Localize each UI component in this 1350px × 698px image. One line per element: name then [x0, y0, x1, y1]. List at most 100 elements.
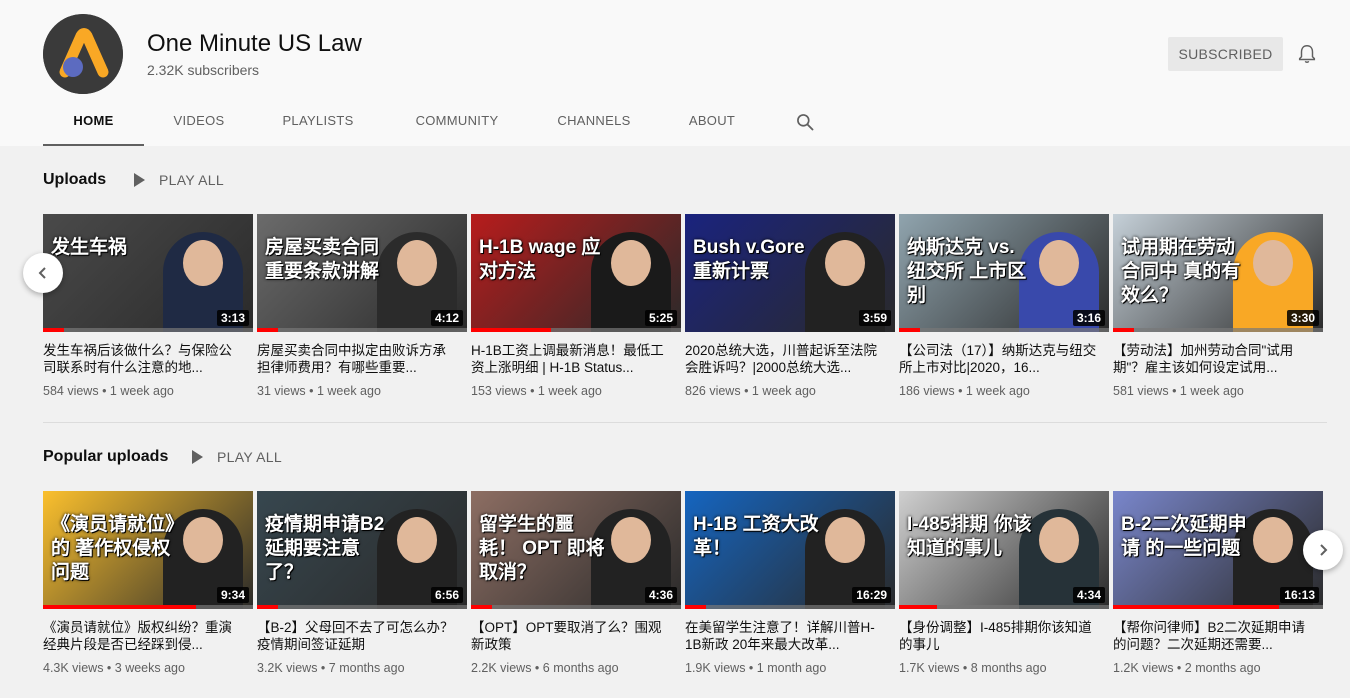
- video-meta: 826 views • 1 week ago: [685, 384, 895, 398]
- tab-channels[interactable]: CHANNELS: [532, 100, 656, 146]
- video-duration: 3:16: [1072, 310, 1105, 326]
- tab-home[interactable]: HOME: [43, 100, 144, 146]
- uploads-section-title[interactable]: Uploads: [43, 171, 106, 189]
- tab-about[interactable]: ABOUT: [656, 100, 768, 146]
- video-card[interactable]: 纳斯达克 vs. 纽交所 上市区别 3:16 【公司法（17）】纳斯达克与纽交所上市…: [899, 214, 1109, 398]
- presenter-head: [1039, 517, 1079, 563]
- meta-separator: •: [1173, 661, 1185, 675]
- video-thumbnail[interactable]: 留学生的噩耗！ OPT 即将取消？ 4:36: [471, 491, 681, 609]
- presenter-head: [1253, 517, 1293, 563]
- video-title[interactable]: H-1B工资上调最新消息！最低工资上涨明细 | H-1B Status...: [471, 342, 671, 376]
- video-card[interactable]: 发生车祸 3:13 发生车祸后该做什么？与保险公司联系时有什么注意的地... 584 …: [43, 214, 253, 398]
- watch-progress-fill: [1113, 328, 1134, 332]
- video-card[interactable]: Bush v.Gore 重新计票 3:59 2020总统大选，川普起诉至法院会胜诉吗…: [685, 214, 895, 398]
- watch-progress-fill: [1113, 605, 1279, 609]
- video-age: 3 weeks ago: [114, 661, 185, 675]
- channel-logo-icon: [43, 14, 123, 94]
- popular-play-all-button[interactable]: PLAY ALL: [192, 449, 282, 465]
- video-title[interactable]: 【帮你问律师】B2二次延期申请的问题？二次延期还需要...: [1113, 619, 1313, 653]
- bell-icon[interactable]: [1296, 43, 1318, 65]
- popular-section-title[interactable]: Popular uploads: [43, 448, 168, 466]
- video-card[interactable]: 留学生的噩耗！ OPT 即将取消？ 4:36 【OPT】OPT要取消了么？围观新政策…: [471, 491, 681, 675]
- video-thumbnail[interactable]: 《演员请就位》的 著作权侵权问题 9:34: [43, 491, 253, 609]
- video-views: 826 views: [685, 384, 741, 398]
- video-meta: 3.2K views • 7 months ago: [257, 661, 467, 675]
- watch-progress-track: [685, 605, 895, 609]
- video-card[interactable]: 试用期在劳动合同中 真的有效么？ 3:30 【劳动法】加州劳动合同"试用期"？雇主该…: [1113, 214, 1323, 398]
- tab-community[interactable]: COMMUNITY: [382, 100, 532, 146]
- video-title[interactable]: 【B-2】父母回不去了可怎么办？疫情期间签证延期: [257, 619, 457, 653]
- tab-playlists[interactable]: PLAYLISTS: [254, 100, 382, 146]
- video-thumbnail[interactable]: H-1B 工资大改革！ 16:29: [685, 491, 895, 609]
- video-duration: 16:13: [1280, 587, 1319, 603]
- subscribe-button[interactable]: SUBSCRIBED: [1168, 37, 1283, 71]
- video-card[interactable]: B-2二次延期申请 的一些问题 16:13 【帮你问律师】B2二次延期申请的问题？二…: [1113, 491, 1323, 675]
- thumbnail-caption: H-1B wage 应对方法: [479, 237, 601, 282]
- video-card[interactable]: 房屋买卖合同 重要条款讲解 4:12 房屋买卖合同中拟定由败诉方承担律师费用？有哪些…: [257, 214, 467, 398]
- video-thumbnail[interactable]: 房屋买卖合同 重要条款讲解 4:12: [257, 214, 467, 332]
- video-thumbnail[interactable]: 纳斯达克 vs. 纽交所 上市区别 3:16: [899, 214, 1109, 332]
- video-duration: 4:34: [1072, 587, 1105, 603]
- video-meta: 1.9K views • 1 month ago: [685, 661, 895, 675]
- video-title[interactable]: 【身份调整】I-485排期你该知道的事儿: [899, 619, 1099, 653]
- video-views: 1.7K views: [899, 661, 960, 675]
- meta-separator: •: [959, 661, 971, 675]
- channel-name: One Minute US Law: [147, 30, 362, 57]
- shelf-prev-button[interactable]: [23, 253, 63, 293]
- tab-videos[interactable]: VIDEOS: [144, 100, 254, 146]
- video-views: 1.9K views: [685, 661, 746, 675]
- video-title[interactable]: 房屋买卖合同中拟定由败诉方承担律师费用？有哪些重要...: [257, 342, 457, 376]
- video-thumbnail[interactable]: H-1B wage 应对方法 5:25: [471, 214, 681, 332]
- video-meta: 584 views • 1 week ago: [43, 384, 253, 398]
- video-thumbnail[interactable]: B-2二次延期申请 的一些问题 16:13: [1113, 491, 1323, 609]
- video-thumbnail[interactable]: 疫情期申请B2 延期要注意了？ 6:56: [257, 491, 467, 609]
- video-meta: 581 views • 1 week ago: [1113, 384, 1323, 398]
- video-card[interactable]: I-485排期 你该知道的事儿 4:34 【身份调整】I-485排期你该知道的事儿 1…: [899, 491, 1109, 675]
- search-icon[interactable]: [795, 112, 815, 132]
- video-title[interactable]: 2020总统大选，川普起诉至法院会胜诉吗？|2000总统大选...: [685, 342, 885, 376]
- thumbnail-caption: 试用期在劳动合同中 真的有效么？: [1121, 237, 1241, 306]
- shelf-next-button[interactable]: [1303, 530, 1343, 570]
- uploads-play-all-button[interactable]: PLAY ALL: [134, 172, 224, 188]
- watch-progress-track: [1113, 328, 1323, 332]
- video-views: 581 views: [1113, 384, 1169, 398]
- video-duration: 5:25: [644, 310, 677, 326]
- video-thumbnail[interactable]: 试用期在劳动合同中 真的有效么？ 3:30: [1113, 214, 1323, 332]
- video-title[interactable]: 《演员请就位》版权纠纷？重演经典片段是否已经踩到侵...: [43, 619, 243, 653]
- video-age: 1 week ago: [109, 384, 174, 398]
- watch-progress-fill: [899, 328, 920, 332]
- chevron-left-icon: [38, 267, 46, 279]
- video-card[interactable]: 《演员请就位》的 著作权侵权问题 9:34 《演员请就位》版权纠纷？重演经典片段是否…: [43, 491, 253, 675]
- thumbnail-caption: 房屋买卖合同 重要条款讲解: [265, 237, 380, 282]
- video-thumbnail[interactable]: I-485排期 你该知道的事儿 4:34: [899, 491, 1109, 609]
- video-card[interactable]: H-1B 工资大改革！ 16:29 在美留学生注意了！详解川普H-1B新政 20年来…: [685, 491, 895, 675]
- video-meta: 1.7K views • 8 months ago: [899, 661, 1109, 675]
- watch-progress-track: [471, 328, 681, 332]
- watch-progress-track: [43, 328, 253, 332]
- video-title[interactable]: 【劳动法】加州劳动合同"试用期"？雇主该如何设定试用...: [1113, 342, 1313, 376]
- video-meta: 186 views • 1 week ago: [899, 384, 1109, 398]
- video-age: 1 week ago: [316, 384, 381, 398]
- presenter-head: [1253, 240, 1293, 286]
- video-duration: 6:56: [430, 587, 463, 603]
- watch-progress-fill: [899, 605, 937, 609]
- watch-progress-fill: [257, 328, 278, 332]
- video-title[interactable]: 【OPT】OPT要取消了么？围观新政策: [471, 619, 671, 653]
- meta-separator: •: [1168, 384, 1180, 398]
- video-meta: 4.3K views • 3 weeks ago: [43, 661, 253, 675]
- uploads-shelf: 发生车祸 3:13 发生车祸后该做什么？与保险公司联系时有什么注意的地... 584 …: [43, 214, 1327, 398]
- meta-separator: •: [740, 384, 752, 398]
- video-views: 1.2K views: [1113, 661, 1174, 675]
- video-card[interactable]: H-1B wage 应对方法 5:25 H-1B工资上调最新消息！最低工资上涨明细 …: [471, 214, 681, 398]
- meta-separator: •: [103, 661, 115, 675]
- video-thumbnail[interactable]: Bush v.Gore 重新计票 3:59: [685, 214, 895, 332]
- video-card[interactable]: 疫情期申请B2 延期要注意了？ 6:56 【B-2】父母回不去了可怎么办？疫情期间签…: [257, 491, 467, 675]
- channel-avatar[interactable]: [43, 14, 123, 94]
- video-title[interactable]: 【公司法（17）】纳斯达克与纽交所上市对比|2020，16...: [899, 342, 1099, 376]
- video-meta: 1.2K views • 2 months ago: [1113, 661, 1323, 675]
- video-thumbnail[interactable]: 发生车祸 3:13: [43, 214, 253, 332]
- subscriber-count: 2.32K subscribers: [147, 62, 260, 78]
- video-title[interactable]: 在美留学生注意了！详解川普H-1B新政 20年来最大改革...: [685, 619, 885, 653]
- watch-progress-track: [257, 605, 467, 609]
- video-title[interactable]: 发生车祸后该做什么？与保险公司联系时有什么注意的地...: [43, 342, 243, 376]
